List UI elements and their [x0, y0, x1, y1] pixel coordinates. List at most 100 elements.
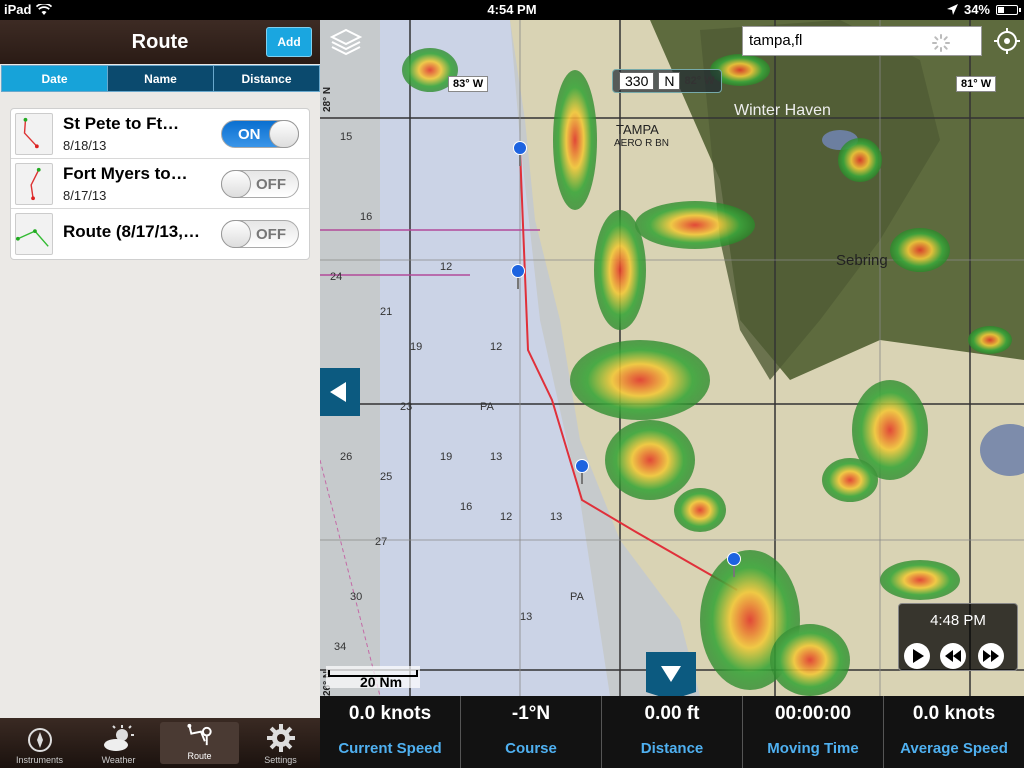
heading-value: 330	[619, 72, 655, 90]
heading-longitude: 82° W	[684, 75, 715, 87]
instrument-moving-time[interactable]: 00:00:00 Moving Time	[743, 696, 884, 768]
instrument-value: 0.0 knots	[912, 703, 996, 724]
route-visibility-toggle[interactable]: OFF	[221, 170, 299, 198]
add-route-button[interactable]: Add	[266, 27, 312, 57]
route-thumbnail-icon	[15, 213, 53, 255]
route-list: St Pete to Ft… 8/18/13 ON Fort Myers to……	[10, 108, 310, 260]
svg-text:30: 30	[350, 591, 362, 603]
tab-weather[interactable]: Weather	[79, 718, 158, 768]
heading-indicator: 330 N 82° W	[612, 69, 722, 93]
svg-text:13: 13	[550, 511, 562, 523]
toggle-knob	[221, 220, 251, 248]
tab-label: Settings	[264, 755, 297, 765]
battery-percent: 34%	[963, 2, 990, 17]
route-visibility-toggle[interactable]: OFF	[221, 220, 299, 248]
instrument-label: Average Speed	[900, 740, 1008, 757]
svg-text:12: 12	[440, 261, 452, 273]
tab-label: Weather	[101, 755, 136, 765]
instrument-value: 00:00:00	[774, 703, 852, 724]
instrument-distance[interactable]: 0.00 ft Distance	[602, 696, 743, 768]
route-icon	[186, 723, 212, 746]
sort-tab-date[interactable]: Date	[1, 65, 108, 92]
route-date: 8/18/13	[63, 138, 107, 153]
search-value: tampa,fl	[749, 32, 803, 49]
instrument-value: 0.00 ft	[644, 703, 700, 724]
scale-label: 20 Nm	[360, 674, 403, 690]
route-thumbnail-icon	[15, 162, 53, 205]
crosshair-icon[interactable]	[994, 28, 1020, 54]
svg-text:12: 12	[490, 341, 502, 353]
svg-text:13: 13	[490, 451, 502, 463]
route-row[interactable]: Route (8/17/13,… OFF	[11, 209, 309, 259]
svg-text:21: 21	[380, 306, 392, 318]
instrument-average-speed[interactable]: 0.0 knots Average Speed	[884, 696, 1024, 768]
sort-tab-distance[interactable]: Distance	[213, 65, 320, 92]
svg-text:12: 12	[500, 511, 512, 523]
route-name: Fort Myers to…	[63, 164, 188, 183]
longitude-label: 83° W	[448, 76, 489, 92]
panel-header: Route Add	[0, 20, 320, 64]
tab-label: Route	[187, 751, 212, 761]
collapse-panel-button[interactable]	[320, 368, 360, 416]
place-label: TAMPA	[616, 122, 659, 137]
place-label: Winter Haven	[734, 102, 831, 119]
tab-settings[interactable]: Settings	[241, 718, 320, 768]
tab-instruments[interactable]: Instruments	[0, 718, 79, 768]
expand-instruments-button[interactable]	[646, 652, 696, 696]
layers-icon[interactable]	[328, 26, 364, 56]
longitude-label: 81° W	[956, 76, 997, 92]
place-label: AERO R BN	[614, 138, 670, 149]
route-panel: Route Add Date Name Distance St Pete to …	[0, 20, 320, 718]
rewind-icon[interactable]	[939, 642, 967, 670]
instrument-label: Distance	[640, 740, 704, 757]
radar-playback-panel: 4:48 PM	[898, 603, 1018, 671]
location-arrow-icon	[946, 4, 958, 15]
route-visibility-toggle[interactable]: ON	[221, 120, 299, 148]
route-thumbnail-icon	[15, 112, 53, 155]
sort-tab-name[interactable]: Name	[107, 65, 214, 92]
instrument-label: Current Speed	[338, 740, 442, 757]
sort-tabs: Date Name Distance	[1, 65, 320, 92]
clock: 4:54 PM	[487, 2, 537, 17]
toggle-label: OFF	[256, 176, 286, 193]
toggle-knob	[269, 120, 299, 148]
instrument-label: Moving Time	[767, 740, 859, 757]
tab-label: Instruments	[15, 755, 64, 765]
weather-icon	[103, 725, 134, 751]
playback-time: 4:48 PM	[930, 612, 986, 629]
route-name: St Pete to Ft…	[63, 114, 180, 133]
svg-text:16: 16	[360, 211, 372, 223]
svg-text:PA: PA	[570, 591, 585, 603]
gear-icon	[266, 724, 295, 752]
instrument-current-speed[interactable]: 0.0 knots Current Speed	[320, 696, 461, 768]
instrument-label: Course	[505, 740, 557, 757]
svg-text:19: 19	[440, 451, 452, 463]
svg-text:26: 26	[340, 451, 352, 463]
nautical-chart[interactable]: 15 16 24 21 19 23 26 25 27 30 34 19 16 13 12 13 12 P…	[320, 20, 1024, 696]
fast-forward-icon[interactable]	[977, 642, 1005, 670]
svg-text:13: 13	[520, 611, 532, 623]
instrument-course[interactable]: -1°N Course	[461, 696, 602, 768]
chart-map[interactable]: 15 16 24 21 19 23 26 25 27 30 34 19 16 13 12 13 12 P…	[320, 20, 1024, 696]
heading-direction: N	[658, 72, 681, 90]
tab-route[interactable]: Route	[160, 722, 239, 764]
svg-text:15: 15	[340, 131, 352, 143]
latitude-label: 28° N	[322, 86, 333, 112]
loading-spinner-icon	[932, 34, 950, 52]
play-icon[interactable]	[903, 642, 931, 670]
svg-text:PA: PA	[480, 401, 495, 413]
svg-text:24: 24	[330, 271, 342, 283]
route-row[interactable]: St Pete to Ft… 8/18/13 ON	[11, 109, 309, 159]
location-search-input[interactable]: tampa,fl	[742, 26, 982, 56]
status-bar: iPad 4:54 PM 34%	[0, 0, 1024, 20]
svg-text:19: 19	[410, 341, 422, 353]
tab-bar: Instruments Weather Route Settings	[0, 718, 320, 768]
svg-text:23: 23	[400, 401, 412, 413]
route-date: 8/17/13	[63, 188, 107, 203]
route-row[interactable]: Fort Myers to… 8/17/13 OFF	[11, 159, 309, 209]
svg-text:27: 27	[375, 536, 387, 548]
place-label: Sebring	[836, 252, 888, 269]
compass-icon	[27, 728, 52, 752]
svg-text:34: 34	[334, 641, 346, 653]
battery-icon	[996, 4, 1021, 15]
